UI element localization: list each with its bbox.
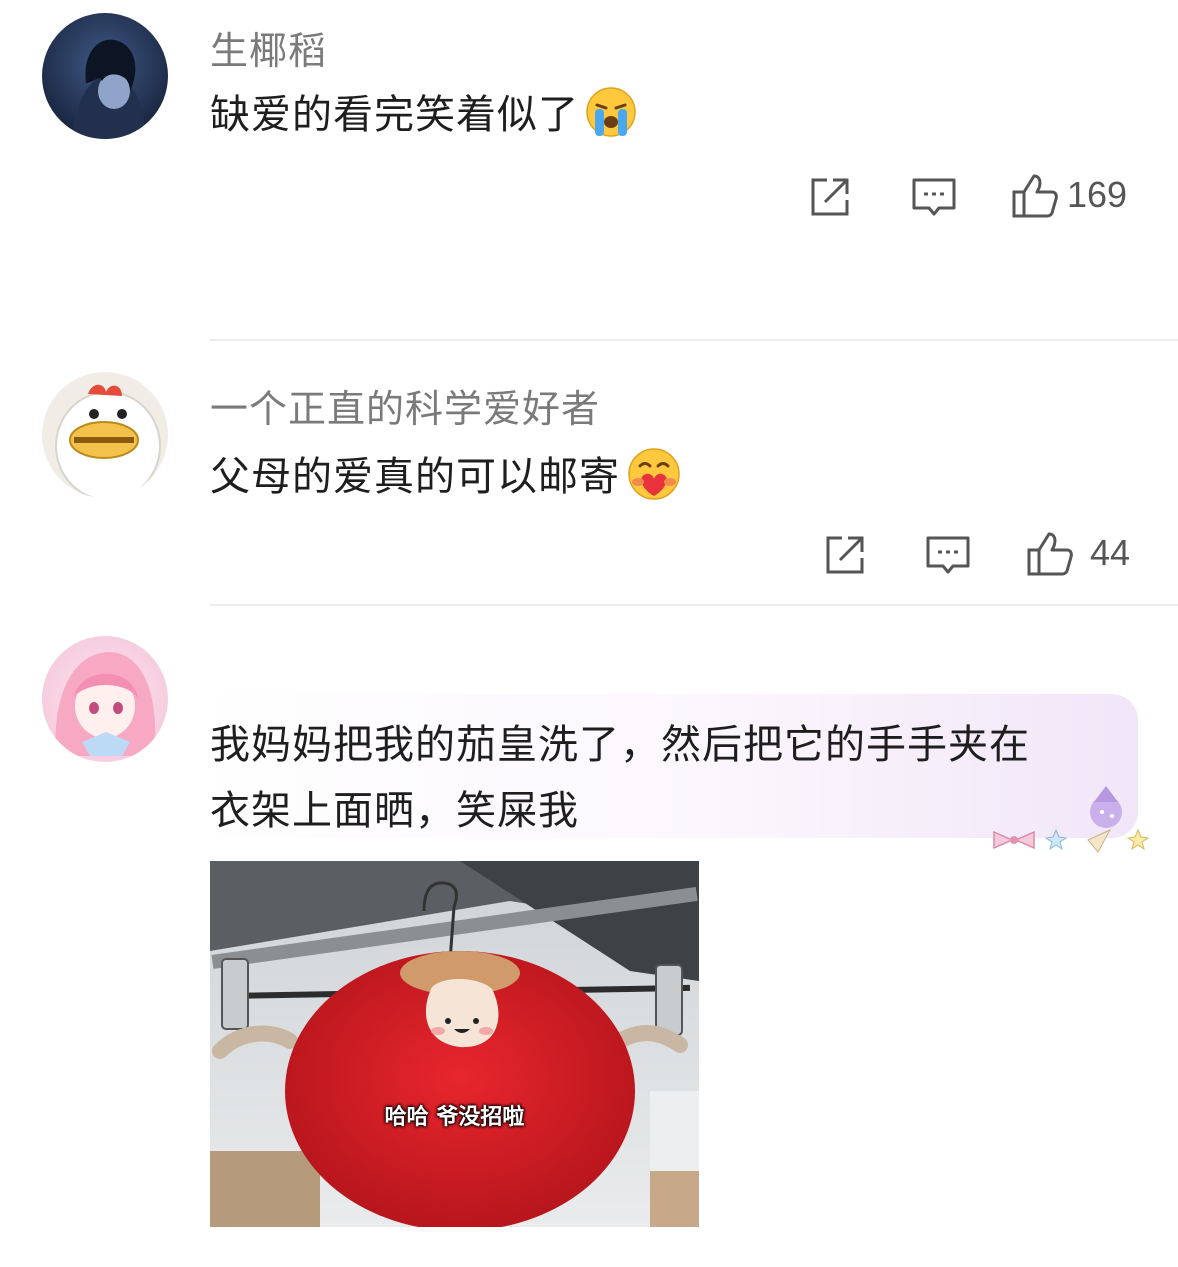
share-icon: [811, 178, 849, 216]
reply-button[interactable]: [923, 530, 973, 584]
comment-text: 父母的爱真的可以邮寄: [210, 454, 620, 500]
avatar[interactable]: [42, 372, 168, 498]
username[interactable]: 一个正直的科学爱好者: [210, 378, 600, 433]
share-icon: [826, 536, 864, 574]
username[interactable]: 生椰稻: [210, 20, 327, 75]
bubble-decoration: [988, 782, 1158, 858]
comment-actions: 169: [805, 172, 1145, 222]
crying-face-emoji: [585, 86, 637, 148]
comment-item: 生椰稻 缺爱的看完笑着似了 169: [0, 0, 1178, 340]
reply-button[interactable]: [909, 172, 959, 226]
image-caption: 哈哈 爷没招啦: [384, 1105, 525, 1130]
comment-text: 缺爱的看完笑着似了: [210, 92, 579, 138]
thumbs-up-icon: [1027, 532, 1073, 576]
avatar[interactable]: [42, 636, 168, 762]
share-button[interactable]: [820, 530, 870, 584]
comment-text: 我妈妈把我的茄皇洗了，然后把它的手手夹在: [210, 722, 1030, 768]
heart-hug-face-emoji: [626, 446, 682, 512]
comment-icon: [926, 536, 970, 574]
like-button[interactable]: [1010, 172, 1060, 226]
like-count: 169: [1067, 174, 1128, 215]
comment-divider: [210, 604, 1178, 606]
avatar[interactable]: [42, 13, 168, 139]
comment-text: 衣架上面晒，笑屎我: [210, 788, 579, 834]
share-button[interactable]: [805, 172, 855, 226]
comment-item: 一个正直的科学爱好者 父母的爱真的可以邮寄 44: [0, 340, 1178, 605]
like-count: 44: [1090, 532, 1131, 573]
thumbs-up-icon: [1012, 174, 1058, 218]
comment-icon: [912, 178, 956, 216]
comment-actions: 44: [820, 530, 1140, 580]
comment-text-row: 缺爱的看完笑着似了: [210, 82, 637, 148]
comment-text-row: 父母的爱真的可以邮寄: [210, 444, 682, 512]
like-button[interactable]: [1025, 530, 1075, 584]
comment-image[interactable]: 哈哈 爷没招啦: [210, 861, 699, 1227]
